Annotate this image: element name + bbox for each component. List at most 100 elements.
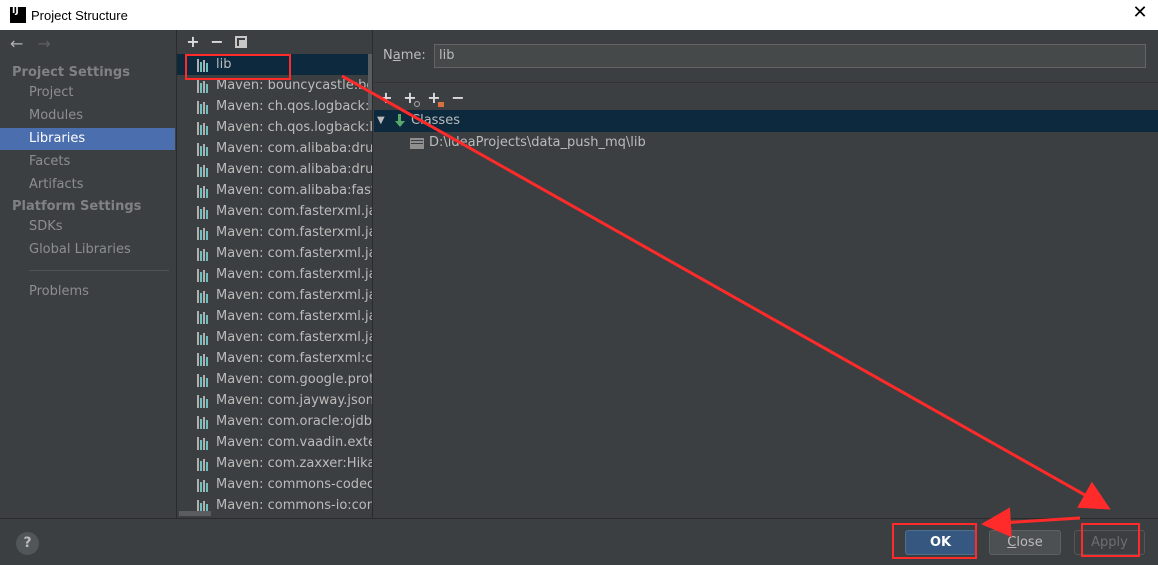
library-icon <box>197 457 213 471</box>
library-item[interactable]: Maven: com.alibaba:fastjson <box>177 180 372 201</box>
library-icon <box>197 436 213 450</box>
nav-divider <box>29 270 169 271</box>
tree-node-path-label: D:\ideaProjects\data_push_mq\lib <box>429 135 646 150</box>
library-item[interactable]: Maven: com.zaxxer:HikariCP <box>177 453 372 474</box>
library-item[interactable]: Maven: com.alibaba:druid:1 <box>177 159 373 180</box>
library-item[interactable]: Maven: com.fasterxml.jackson <box>177 222 372 243</box>
tree-node-classes-label: Classes <box>411 113 460 128</box>
library-item-label: Maven: com.fasterxml.jackson <box>216 204 372 219</box>
library-list: lib Maven: bouncycastle:bcprov Maven: ch.q… <box>177 54 373 516</box>
name-label-part: me: <box>400 48 426 63</box>
library-item[interactable]: Maven: com.fasterxml.jackson <box>177 201 372 222</box>
library-item-lib[interactable]: lib <box>177 54 372 75</box>
nav-arrows: ← → <box>10 34 51 53</box>
close-window-icon[interactable]: ✕ <box>1132 4 1148 22</box>
back-arrow-icon[interactable]: ← <box>10 34 23 53</box>
nav-item-facets[interactable]: Facets <box>0 151 175 173</box>
library-icon <box>197 58 213 72</box>
library-item[interactable]: Maven: com.alibaba:druid-spring <box>177 138 373 159</box>
library-icon <box>197 331 213 345</box>
library-icon <box>197 205 213 219</box>
library-item-label: Maven: com.zaxxer:HikariCP <box>216 456 372 471</box>
library-item-label: Maven: com.oracle:ojdbc6: <box>216 414 372 429</box>
tree-node-classes[interactable]: ▼ Classes <box>374 110 1158 132</box>
library-item-label: Maven: com.jayway.jsonpath <box>216 393 372 408</box>
library-vertical-scrollbar[interactable] <box>368 54 372 110</box>
library-item-label: Maven: com.fasterxml.jackson <box>216 225 372 240</box>
tree-node-lib-path[interactable]: D:\ideaProjects\data_push_mq\lib <box>374 132 1158 154</box>
library-icon <box>197 478 213 492</box>
nav-item-modules[interactable]: Modules <box>0 105 175 127</box>
library-icon <box>197 289 213 303</box>
library-roots-tree: ▼ Classes D:\ideaProjects\data_push_mq\l… <box>374 110 1158 154</box>
library-item-label: Maven: com.google.protobuf <box>216 372 372 387</box>
close-mnemonic: C <box>1007 535 1017 550</box>
attach-files-button[interactable]: + <box>426 89 444 107</box>
remove-library-button[interactable]: − <box>207 32 227 52</box>
copy-icon[interactable] <box>235 36 247 48</box>
name-label: Name: <box>383 48 426 63</box>
ok-button[interactable]: OK <box>905 530 976 555</box>
project-settings-header: Project Settings <box>12 65 130 80</box>
nav-item-sdks[interactable]: SDKs <box>0 216 175 238</box>
library-item[interactable]: Maven: com.fasterxml.jackson <box>177 243 372 264</box>
add-special-root-button[interactable]: + <box>402 89 420 107</box>
forward-arrow-icon[interactable]: → <box>37 34 50 53</box>
library-item-label: Maven: bouncycastle:bcprov <box>216 78 372 93</box>
add-root-button[interactable]: + <box>378 89 394 107</box>
library-item[interactable]: Maven: com.vaadin.external <box>177 432 372 453</box>
add-library-button[interactable]: + <box>183 32 203 52</box>
platform-settings-header: Platform Settings <box>12 199 142 214</box>
library-icon <box>197 79 213 93</box>
library-item-label: Maven: commons-codec:commons <box>216 477 372 492</box>
nav-item-problems[interactable]: Problems <box>0 281 175 303</box>
library-icon <box>197 184 213 198</box>
library-horizontal-scrollbar[interactable] <box>179 511 211 516</box>
library-item[interactable]: Maven: com.fasterxml:classmate <box>177 348 373 369</box>
library-item[interactable]: Maven: ch.qos.logback:logback <box>177 117 373 138</box>
library-item[interactable]: Maven: com.fasterxml.jackson <box>177 327 372 348</box>
nav-item-artifacts[interactable]: Artifacts <box>0 174 175 196</box>
close-label-rest: lose <box>1016 535 1043 550</box>
library-item-label: Maven: com.alibaba:druid:1 <box>216 162 373 177</box>
library-item[interactable]: Maven: commons-codec:commons <box>177 474 372 495</box>
library-item[interactable]: Maven: com.google.protobuf <box>177 369 372 390</box>
library-icon <box>197 226 213 240</box>
library-icon <box>197 121 213 135</box>
nav-item-project[interactable]: Project <box>0 82 175 104</box>
library-item-label: Maven: ch.qos.logback:logback <box>216 120 373 135</box>
library-item[interactable]: Maven: com.fasterxml.jackson <box>177 306 372 327</box>
library-item-label: Maven: ch.qos.logback:logback <box>216 99 373 114</box>
help-button[interactable]: ? <box>16 532 39 555</box>
library-detail-panel: Name: lib + + + − ▼ Classes D:\ideaProje… <box>374 30 1158 518</box>
library-item-label: Maven: com.alibaba:fastjson <box>216 183 372 198</box>
jar-directory-icon <box>410 137 424 149</box>
expand-toggle-icon[interactable]: ▼ <box>377 110 387 132</box>
library-item[interactable]: Maven: com.fasterxml.jackson <box>177 285 372 306</box>
apply-button[interactable]: Apply <box>1074 530 1145 555</box>
title-bar: IJ Project Structure ✕ <box>0 0 1158 30</box>
library-item-label: Maven: com.alibaba:druid-spring <box>216 141 373 156</box>
remove-root-button[interactable]: − <box>450 89 466 107</box>
library-item[interactable]: Maven: bouncycastle:bcprov <box>177 75 372 96</box>
classes-root-icon <box>393 113 407 129</box>
nav-item-global-libraries[interactable]: Global Libraries <box>0 239 175 261</box>
detail-divider <box>374 82 1158 83</box>
library-item-label: Maven: com.fasterxml.jackson <box>216 267 372 282</box>
library-item[interactable]: Maven: com.oracle:ojdbc6: <box>177 411 372 432</box>
library-item-label: lib <box>216 57 232 72</box>
library-item[interactable]: Maven: com.fasterxml.jackson <box>177 264 372 285</box>
name-label-part: N <box>383 48 393 63</box>
library-icon <box>197 415 213 429</box>
dialog-button-bar: ? OK Close Apply <box>0 518 1158 565</box>
library-item[interactable]: Maven: com.jayway.jsonpath <box>177 390 372 411</box>
library-icon <box>197 394 213 408</box>
library-item[interactable]: Maven: ch.qos.logback:logback <box>177 96 373 117</box>
nav-item-libraries[interactable]: Libraries <box>0 128 175 150</box>
library-item-label: Maven: com.fasterxml:classmate <box>216 351 373 366</box>
library-toolbar: + − <box>177 32 247 52</box>
close-button[interactable]: Close <box>989 530 1061 555</box>
settings-nav: ← → Project Settings Project Modules Lib… <box>0 30 176 518</box>
library-name-input[interactable]: lib <box>434 44 1146 68</box>
library-icon <box>197 163 213 177</box>
